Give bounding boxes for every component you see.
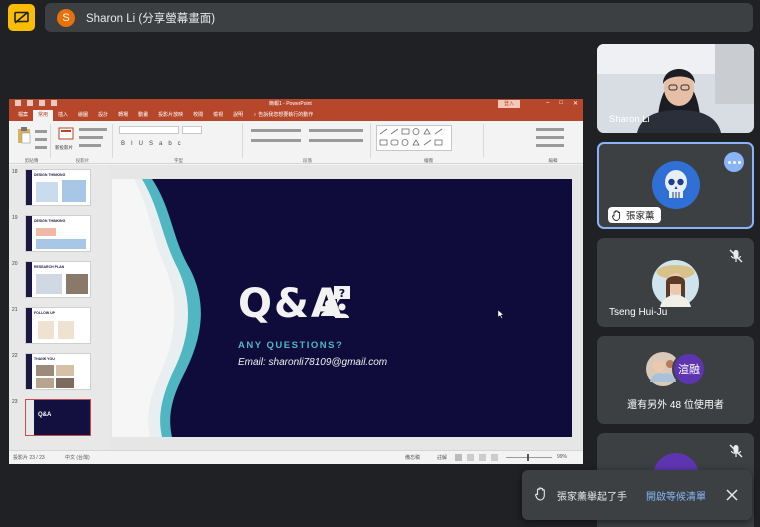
ppt-tab[interactable]: 檢視 <box>208 110 228 121</box>
ribbon-caption: 段落 <box>303 158 312 163</box>
slide-thumbnail[interactable]: FOLLOW UP <box>25 307 91 344</box>
font-size-select[interactable] <box>182 126 202 134</box>
presenter-avatar: S <box>57 8 75 27</box>
thumbnail-number: 19 <box>12 215 18 221</box>
thumbnail-title: RESEARCH PLAN <box>34 265 65 269</box>
new-slide-button[interactable]: 新投影片 <box>55 145 73 151</box>
ppt-tab[interactable]: 校閱 <box>188 110 208 121</box>
slide-thumbnail-selected[interactable]: Q&A <box>25 399 91 436</box>
notification-text: 張家薰舉起了手 <box>557 492 627 503</box>
quick-access-toolbar <box>15 100 57 106</box>
hand-raised-notification: 張家薰舉起了手 開啟等候清單 <box>522 470 752 520</box>
participant-tile-video[interactable]: Sharon Li <box>597 44 754 133</box>
ppt-tab[interactable]: 說明 <box>228 110 248 121</box>
thumbnail-title: DESIGN THINKING <box>34 173 66 177</box>
thumbnail-title: Q&A <box>38 412 52 418</box>
ribbon-group-paragraph: 段落 <box>245 124 371 163</box>
ppt-tab[interactable]: 檔案 <box>13 110 33 121</box>
presenting-banner: S Sharon Li (分享螢幕畫面) <box>45 3 753 32</box>
mic-off-icon <box>729 249 743 263</box>
ribbon-group-slides: 新投影片 投影片 <box>53 124 113 163</box>
participant-tile-others[interactable]: 渲融 還有另外 48 位使用者 <box>597 336 754 424</box>
new-slide-icon[interactable] <box>58 126 74 142</box>
ppt-ribbon-tabs: 檔案 常用 插入 繪圖 設計 轉場 動畫 投影片放映 校閱 檢視 說明 ♀ 告訴… <box>9 110 583 121</box>
participant-tile[interactable]: Tseng Hui-Ju <box>597 238 754 327</box>
ppt-tab[interactable]: 動畫 <box>133 110 153 121</box>
thumbnail-number: 23 <box>12 399 18 405</box>
svg-text:?: ? <box>339 287 345 300</box>
ppt-tab[interactable]: 轉場 <box>113 110 133 121</box>
slide-thumbnail-pane[interactable]: 18 DESIGN THINKING 19 DESIGN THINKING 20… <box>9 165 109 450</box>
zoom-slider[interactable] <box>506 457 552 458</box>
slide-counter: 投影片 23 / 23 <box>13 455 45 461</box>
comments-button[interactable]: 註解 <box>437 454 447 461</box>
thumbnail-number: 22 <box>12 353 18 359</box>
open-queue-link[interactable]: 開啟等候清單 <box>646 488 706 503</box>
raised-hand-chip: 張家薰 <box>608 207 661 223</box>
ppt-ribbon: 剪貼簿 新投影片 投影片 BIUSabc 字型 段落 繪圖 編輯 <box>9 121 583 164</box>
slide-subtitle: ANY QUESTIONS? <box>238 340 344 351</box>
slide-thumbnail[interactable]: DESIGN THINKING <box>25 169 91 206</box>
ribbon-caption: 繪圖 <box>424 158 433 163</box>
participant-initial: 渲融 <box>678 364 700 376</box>
language-indicator: 中文 (台灣) <box>65 455 90 461</box>
presenting-title: Sharon Li (分享螢幕畫面) <box>86 12 216 25</box>
thumbnail-title: THANK YOU <box>34 357 55 361</box>
notes-button[interactable]: 備忘稿 <box>405 454 420 461</box>
ribbon-group-editing: 編輯 <box>530 124 576 163</box>
ribbon-caption: 字型 <box>174 158 183 163</box>
participant-avatar <box>652 260 699 307</box>
ppt-tab-active[interactable]: 常用 <box>33 110 54 121</box>
view-buttons[interactable] <box>455 454 498 461</box>
ppt-tell-me[interactable]: ♀ 告訴我您想要執行的動作 <box>248 110 318 121</box>
font-format-buttons[interactable]: BIUSabc <box>121 141 187 147</box>
thumbnail-number: 20 <box>12 261 18 267</box>
mouse-cursor-icon <box>498 310 504 319</box>
ribbon-caption: 編輯 <box>548 158 558 163</box>
ribbon-group-drawing: 繪圖 <box>374 124 484 163</box>
zoom-slider-thumb[interactable] <box>527 454 529 461</box>
ribbon-group-clipboard: 剪貼簿 <box>13 124 51 163</box>
participant-initial-avatar: 渲融 <box>672 352 706 386</box>
ppt-tab[interactable]: 設計 <box>93 110 113 121</box>
font-name-select[interactable] <box>119 126 179 134</box>
mic-off-icon <box>729 444 743 458</box>
skull-icon <box>652 161 700 209</box>
participant-name: Sharon Li <box>609 114 650 125</box>
question-people-icon: ? <box>321 286 350 318</box>
participant-name: 張家薰 <box>626 211 655 222</box>
ribbon-caption: 剪貼簿 <box>24 158 39 163</box>
shared-screen[interactable]: 簡報1 - PowerPoint 登入 – □ ✕ 檔案 常用 插入 繪圖 設計 轉… <box>9 99 583 464</box>
raised-hand-icon <box>612 209 621 221</box>
presentation-stopped-icon[interactable] <box>8 4 35 31</box>
more-options-button[interactable] <box>724 152 744 172</box>
others-count: 還有另外 48 位使用者 <box>627 400 724 411</box>
thumbnail-title: FOLLOW UP <box>34 311 55 315</box>
thumbnail-number: 18 <box>12 169 18 175</box>
ribbon-group-font: BIUSabc 字型 <box>115 124 243 163</box>
slide-thumbnail[interactable]: THANK YOU <box>25 353 91 390</box>
ppt-tab[interactable]: 插入 <box>53 110 73 121</box>
zoom-level[interactable]: 99% <box>557 454 567 460</box>
thumbnail-title: DESIGN THINKING <box>34 219 66 223</box>
ribbon-caption: 投影片 <box>75 158 90 163</box>
ppt-tab[interactable]: 繪圖 <box>73 110 93 121</box>
ppt-status-bar: 投影片 23 / 23 中文 (台灣) 備忘稿 註解 99% <box>9 450 583 464</box>
slide-email: Email: sharonli78109@gmail.com <box>238 357 388 368</box>
ppt-titlebar: 簡報1 - PowerPoint 登入 – □ ✕ <box>9 99 583 110</box>
participant-name: Tseng Hui-Ju <box>609 307 668 318</box>
slide-thumbnail[interactable]: RESEARCH PLAN <box>25 261 91 298</box>
close-icon[interactable] <box>725 488 739 502</box>
participant-tile-pinned[interactable]: 張家薰 <box>597 142 754 229</box>
thumbnail-number: 21 <box>12 307 18 313</box>
raised-hand-icon <box>535 487 545 501</box>
paste-icon[interactable] <box>17 126 31 144</box>
current-slide[interactable]: Q&A ? ANY QUESTIONS? Email: sharonli7810… <box>112 179 572 437</box>
ppt-tab[interactable]: 投影片放映 <box>153 110 188 121</box>
ppt-window-controls[interactable]: – □ ✕ <box>546 100 578 107</box>
ppt-document-title: 簡報1 - PowerPoint <box>269 101 312 107</box>
slide-thumbnail[interactable]: DESIGN THINKING <box>25 215 91 252</box>
ppt-signin-button[interactable]: 登入 <box>498 100 520 108</box>
